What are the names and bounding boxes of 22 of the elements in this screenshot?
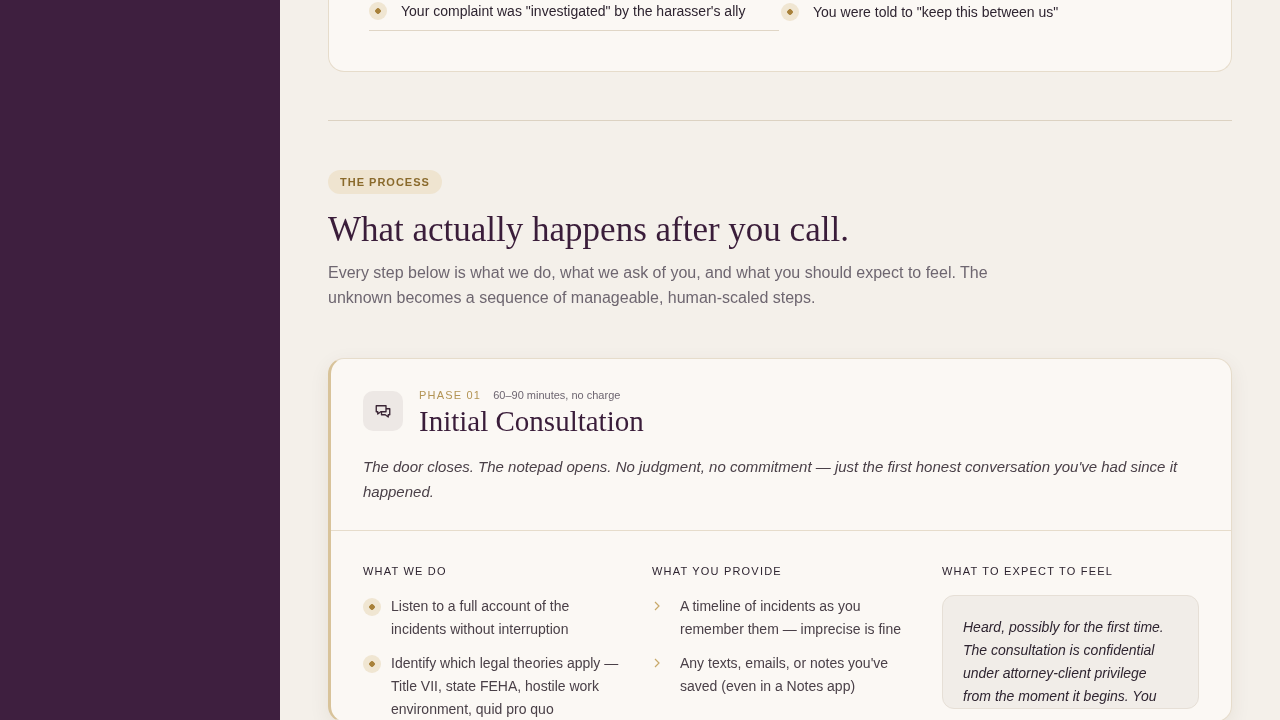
list-item-text: You were told to "keep this between us" (813, 3, 1059, 20)
list-item-text: Any texts, emails, or notes you've saved (even in a Notes app) (680, 654, 890, 696)
chevron-icon (654, 658, 660, 668)
section-heading: What actually happens after you call. (328, 210, 849, 250)
section-tag: THE PROCESS (328, 170, 442, 194)
section-intro: Every step below is what we do, what we ask of you, and what you should expect to feel. The unknown becomes a sequence of manageable, human-scaled steps. (328, 263, 989, 308)
bullet-dot-icon (363, 598, 381, 616)
column-heading: WHAT WE DO (363, 565, 448, 577)
bullet-dot-icon (363, 655, 381, 673)
phase-title: Initial Consultation (419, 405, 644, 438)
chat-bubbles-icon (363, 391, 403, 431)
feeling-text: Heard, possibly for the first time. The consultation is confidential under attorney-client privilege from the moment it begins. You (963, 618, 1165, 706)
chevron-icon (654, 601, 660, 611)
list-item-text: A timeline of incidents as you remember them — imprecise is fine (680, 597, 902, 639)
phase-duration: 60–90 minutes, no charge (493, 389, 621, 401)
list-item-text: Listen to a full account of the incidents without interruption (391, 597, 571, 639)
column-heading: WHAT TO EXPECT TO FEEL (942, 565, 1115, 577)
phase-label: PHASE 01 (419, 389, 482, 401)
column-heading: WHAT YOU PROVIDE (652, 565, 783, 577)
phase-summary: The door closes. The notepad opens. No judgment, no commitment — just the first honest conversation you've had since it happened. (363, 457, 1179, 502)
list-item-text: Your complaint was "investigated" by the harasser's ally (401, 3, 746, 19)
list-item-text: Identify which legal theories apply — Title VII, state FEHA, hostile work environment, quid pro quo (391, 654, 620, 719)
